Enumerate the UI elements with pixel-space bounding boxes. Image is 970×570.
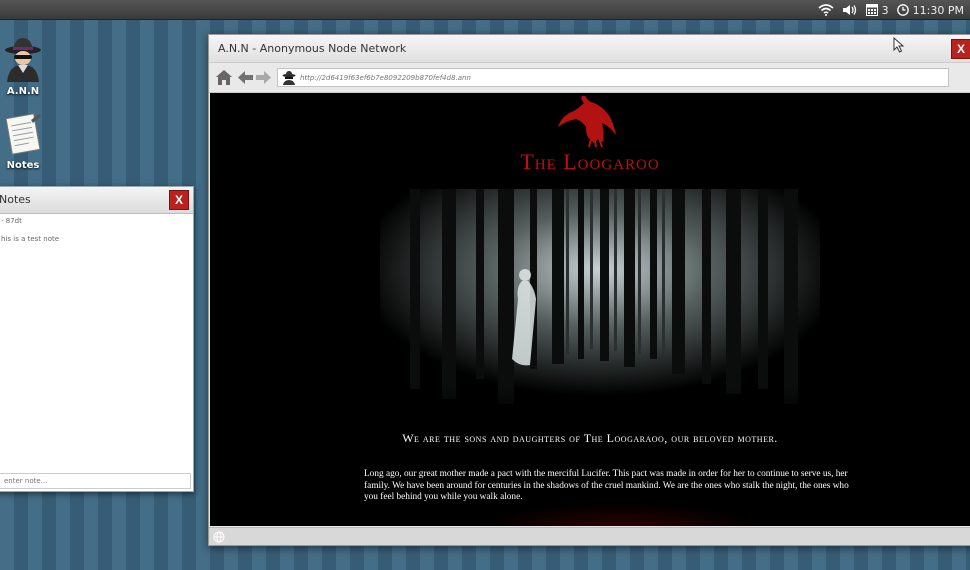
note-input[interactable] [0, 473, 191, 489]
notes-window: Notes X - 87dt his is a test note [0, 186, 194, 492]
clock-indicator[interactable]: 11:30 PM [896, 3, 964, 17]
home-icon[interactable] [215, 69, 233, 86]
browser-close-button[interactable]: X [951, 39, 970, 59]
notes-window-title: Notes [0, 193, 31, 206]
note-text[interactable]: his is a test note [1, 235, 59, 243]
browser-window-title: A.N.N - Anonymous Node Network [218, 42, 407, 55]
back-arrow-icon[interactable] [238, 71, 253, 84]
browser-window: A.N.N - Anonymous Node Network X http://… [208, 34, 970, 546]
top-panel: 3 11:30 PM [0, 0, 970, 20]
url-bar[interactable]: http://2d6419f63ef6b7e8092209b870fef4d8.… [277, 68, 949, 87]
volume-icon[interactable] [842, 4, 858, 16]
vulture-logo [558, 95, 616, 148]
forward-arrow-icon[interactable] [256, 71, 271, 84]
red-glow [470, 503, 770, 526]
clock-time: 11:30 PM [912, 3, 964, 17]
browser-titlebar[interactable]: A.N.N - Anonymous Node Network X [209, 35, 970, 63]
browser-status-bar [209, 527, 970, 545]
notepad-icon [3, 112, 43, 156]
desktop-icon-ann[interactable]: A.N.N [0, 38, 48, 97]
forest-image [380, 189, 820, 419]
site-story: Long ago, our great mother made a pact w… [364, 469, 849, 502]
desktop-icon-label: Notes [6, 160, 40, 171]
site-tagline: We are the sons and daughters of The Loo… [402, 431, 778, 445]
spy-icon [282, 71, 296, 85]
browser-toolbar: http://2d6419f63ef6b7e8092209b870fef4d8.… [209, 63, 970, 93]
site-title: The Loogaroo [520, 149, 660, 174]
calendar-icon [865, 4, 878, 16]
url-text: http://2d6419f63ef6b7e8092209b870fef4d8.… [300, 74, 471, 82]
wifi-icon[interactable] [818, 4, 834, 16]
note-meta: - 87dt [1, 217, 22, 225]
page-viewport: The Loogaroo We are the sons and daughte… [210, 93, 970, 526]
notes-close-button[interactable]: X [169, 190, 189, 210]
calendar-indicator[interactable]: 3 [865, 3, 889, 17]
system-tray: 3 11:30 PM [818, 0, 970, 20]
mail-count: 3 [881, 3, 889, 17]
desktop-icon-notes[interactable]: Notes [0, 112, 48, 171]
desktop-icon-label: A.N.N [6, 86, 40, 97]
clock-icon [896, 4, 909, 16]
notes-titlebar[interactable]: Notes X [0, 187, 193, 214]
spy-icon [3, 38, 43, 82]
mouse-cursor-icon [893, 37, 905, 53]
globe-icon [213, 531, 225, 543]
